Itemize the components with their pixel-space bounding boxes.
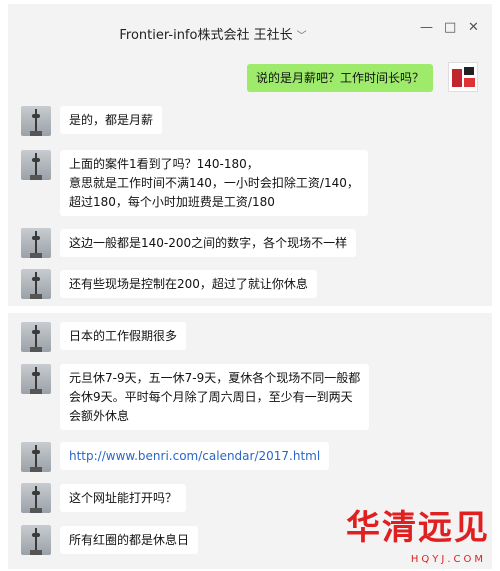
message-line: 意思就是工作时间不满140，一小时会扣除工资/140， (69, 176, 359, 190)
message-bubble: 还有些现场是控制在200，超过了就让你休息 (60, 270, 317, 298)
avatar-contact[interactable] (21, 483, 51, 513)
title-bar: Frontier-info株式会社 王社长 ﹀ — □ ✕ (8, 4, 492, 58)
message-line: 超过180，每个小时加班费是工资/180 (69, 195, 275, 209)
avatar-contact[interactable] (21, 106, 51, 136)
message-bubble-link: http://www.benri.com/calendar/2017.html (60, 442, 330, 470)
calendar-link[interactable]: http://www.benri.com/calendar/2017.html (69, 449, 320, 463)
minimize-button[interactable]: — (420, 20, 433, 35)
message-line: 会休9天。平时每个月除了周六周日，至少有一到两天 (69, 390, 353, 404)
message-bubble-self: 说的是月薪吧？工作时间长吗？ (247, 64, 434, 92)
message-bubble-multiline: 元旦休7-9天，五一休7-9天，夏休各个现场不同一般都 会休9天。平时每个月除了… (60, 364, 370, 430)
message-bubble-multiline: 上面的案件1看到了吗？140-180， 意思就是工作时间不满140，一小时会扣除… (60, 150, 368, 216)
chat-title-text: Frontier-info株式会社 王社长 (119, 28, 293, 43)
avatar-contact[interactable] (21, 364, 51, 394)
maximize-button[interactable]: □ (444, 20, 456, 35)
message-bubble: 日本的工作假期很多 (60, 322, 187, 350)
avatar-contact[interactable] (21, 322, 51, 352)
avatar-self[interactable] (448, 62, 478, 92)
chevron-down-icon[interactable]: ﹀ (297, 31, 307, 42)
message-bubble: 所有红圈的都是休息日 (60, 526, 199, 554)
message-bubble: 是的，都是月薪 (60, 106, 163, 134)
message-line: 会额外休息 (69, 409, 130, 423)
message-line: 上面的案件1看到了吗？140-180， (69, 157, 259, 171)
watermark-logo: 华清远见 (346, 508, 490, 548)
avatar-contact[interactable] (21, 269, 51, 299)
message-bubble: 这个网址能打开吗？ (60, 484, 187, 512)
avatar-contact[interactable] (21, 525, 51, 555)
message-line: 元旦休7-9天，五一休7-9天，夏休各个现场不同一般都 (69, 371, 361, 385)
chat-panel-top: Frontier-info株式会社 王社长 ﹀ — □ ✕ 说的是月薪吧？工作时间… (8, 4, 492, 306)
avatar-contact[interactable] (21, 150, 51, 180)
watermark-url: HQYJ.COM (410, 554, 486, 565)
avatar-contact[interactable] (21, 228, 51, 258)
chat-title[interactable]: Frontier-info株式会社 王社长 ﹀ (8, 24, 418, 43)
message-bubble: 这边一般都是140-200之间的数字，各个现场不一样 (60, 229, 357, 257)
avatar-contact[interactable] (21, 442, 51, 472)
close-button[interactable]: ✕ (468, 20, 479, 35)
